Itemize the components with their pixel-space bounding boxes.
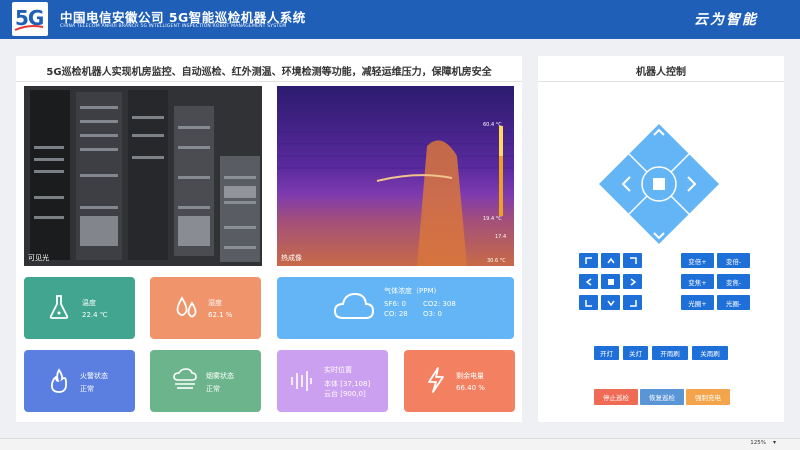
visible-light-video[interactable]: 可见光 (24, 86, 262, 266)
control-title-divider (538, 81, 784, 82)
chevron-down-icon[interactable]: ▾ (773, 439, 776, 446)
wiper-on-button[interactable]: 开雨刷 (652, 346, 688, 360)
position-label: 实时位置 (324, 366, 352, 374)
video-thermal-label: 热成像 (281, 254, 302, 262)
title-divider (16, 81, 522, 82)
gimbal-down-left-button[interactable] (579, 295, 598, 310)
move-up-button[interactable] (630, 126, 688, 155)
move-down-button[interactable] (630, 213, 688, 242)
light-off-button[interactable]: 关灯 (623, 346, 648, 360)
chevron-right-icon (630, 277, 636, 286)
gas-label: 气体浓度（PPM) (384, 287, 437, 295)
gimbal-right-button[interactable] (623, 274, 642, 289)
position-card: 实时位置 本体 [37,108] 云台 [900,0] (277, 350, 388, 412)
corner-down-left-icon (584, 299, 592, 307)
app-header: 5G 中国电信安徽公司 5G智能巡检机器人系统 CHINA TELECOM AN… (0, 0, 800, 39)
battery-label: 剩余电量 (456, 372, 484, 380)
gimbal-up-button[interactable] (601, 253, 620, 268)
zoom-out-button[interactable]: 变倍- (717, 253, 750, 268)
gas-sf6: SF6: 0 (384, 300, 406, 308)
flask-icon (49, 295, 69, 319)
gas-co2: CO2: 308 (423, 300, 456, 308)
svg-text:30.6 °C: 30.6 °C (487, 258, 506, 264)
wiper-off-button[interactable]: 关雨刷 (692, 346, 728, 360)
gimbal-up-left-button[interactable] (579, 253, 598, 268)
battery-card: 剩余电量 66.40 % (404, 350, 515, 412)
fog-icon (173, 368, 197, 389)
lightning-icon (428, 367, 444, 393)
logo-swoosh-icon (14, 25, 44, 31)
thermal-image: 60.4 °C 19.4 °C 17.4 30.6 °C (277, 95, 514, 266)
gimbal-up-right-button[interactable] (623, 253, 642, 268)
cloud-icon (333, 292, 375, 319)
stop-move-button[interactable] (641, 166, 677, 202)
humidity-card: 湿度 62.1 % (150, 277, 261, 339)
monitor-panel: 5G巡检机器人实现机房监控、自动巡检、红外测温、环境检测等功能，减轻运维压力，保… (16, 56, 522, 422)
move-left-button[interactable] (601, 155, 631, 213)
humidity-value: 62.1 % (208, 311, 233, 319)
fire-status-value: 正常 (80, 385, 94, 393)
stop-square-icon (653, 178, 665, 190)
gas-o3: O3: 0 (423, 310, 443, 318)
iris-out-button[interactable]: 光圈- (717, 295, 750, 310)
stop-patrol-button[interactable]: 停止巡检 (594, 389, 638, 405)
light-on-button[interactable]: 开灯 (594, 346, 619, 360)
iris-in-button[interactable]: 光圈+ (681, 295, 714, 310)
move-right-button[interactable] (687, 155, 717, 213)
smoke-status-card: 烟雾状态 正常 (150, 350, 261, 412)
gimbal-stop-button[interactable] (601, 274, 620, 289)
force-charge-button[interactable]: 强制充电 (686, 389, 730, 405)
control-panel-title: 机器人控制 (636, 67, 686, 78)
chevron-up-icon (606, 257, 615, 263)
direction-pad (599, 124, 719, 244)
battery-value: 66.40 % (456, 384, 485, 392)
svg-text:19.4 °C: 19.4 °C (483, 216, 502, 222)
gimbal-down-button[interactable] (601, 295, 620, 310)
svg-text:60.4 °C: 60.4 °C (483, 122, 502, 128)
signal-bars-icon (291, 371, 312, 391)
video-visible-label: 可见光 (28, 254, 49, 262)
smoke-status-value: 正常 (206, 385, 220, 393)
gimbal-down-right-button[interactable] (623, 295, 642, 310)
humidity-label: 湿度 (208, 299, 222, 307)
gas-co: CO: 28 (384, 310, 408, 318)
monitor-panel-title: 5G巡检机器人实现机房监控、自动巡检、红外测温、环境检测等功能，减轻运维压力，保… (46, 67, 492, 78)
position-gimbal: 云台 [900,0] (324, 390, 366, 398)
brand-logo: 云为智能 (694, 12, 758, 28)
gas-card: 气体浓度（PPM) SF6: 0 CO2: 308 CO: 28 O3: 0 (277, 277, 514, 339)
app-logo: 5G (12, 2, 48, 36)
position-body: 本体 [37,108] (324, 380, 371, 388)
focus-out-button[interactable]: 变焦- (717, 274, 750, 289)
robot-control-panel: 机器人控制 变倍+ 变倍- 变焦+ 变焦- 光圈+ 光圈- 开灯 关灯 开雨刷 … (538, 56, 784, 422)
fire-status-card: 火警状态 正常 (24, 350, 135, 412)
flame-icon (50, 368, 68, 393)
corner-up-right-icon (629, 256, 637, 264)
corner-down-right-icon (629, 299, 637, 307)
server-rack-image (24, 86, 262, 266)
focus-in-button[interactable]: 变焦+ (681, 274, 714, 289)
fire-status-label: 火警状态 (80, 372, 108, 380)
chevron-down-icon (606, 300, 615, 306)
zoom-level[interactable]: 125% (750, 440, 766, 446)
app-subtitle: CHINA TELECOM ANHUI BRANCH 5G INTELLIGEN… (60, 24, 287, 29)
gimbal-left-button[interactable] (579, 274, 598, 289)
svg-text:17.4: 17.4 (495, 234, 506, 240)
chevron-left-icon (585, 277, 591, 286)
stop-square-icon (607, 278, 614, 285)
droplets-icon (176, 296, 197, 318)
temperature-value: 22.4 ℃ (82, 311, 108, 319)
thermal-video[interactable]: 60.4 °C 19.4 °C 17.4 30.6 °C 热成像 (277, 86, 514, 266)
zoom-in-button[interactable]: 变倍+ (681, 253, 714, 268)
resume-patrol-button[interactable]: 恢复巡检 (640, 389, 684, 405)
smoke-status-label: 烟雾状态 (206, 372, 234, 380)
temperature-card: 温度 22.4 ℃ (24, 277, 135, 339)
temperature-label: 温度 (82, 299, 96, 307)
browser-status-bar: 125% ▾ (0, 438, 800, 450)
corner-up-left-icon (584, 256, 592, 264)
